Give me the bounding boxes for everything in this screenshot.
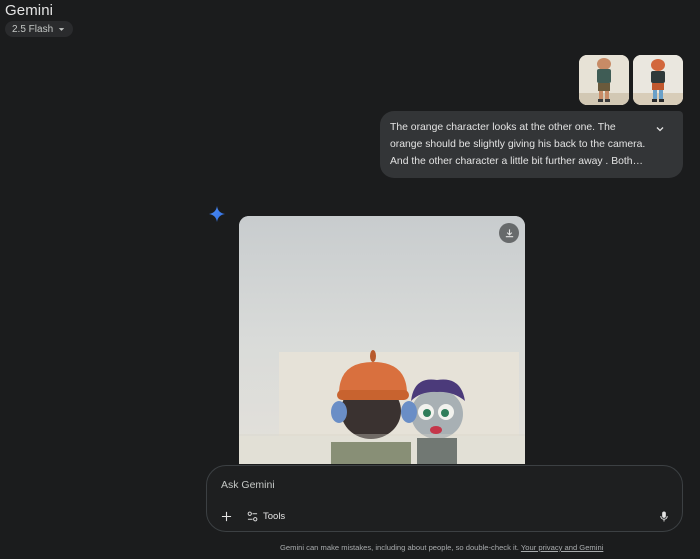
add-attachment-button[interactable] [218, 508, 234, 524]
microphone-icon [660, 510, 668, 522]
prompt-input[interactable] [219, 476, 643, 494]
tools-button[interactable]: Tools [247, 508, 285, 524]
tools-label: Tools [263, 510, 286, 522]
model-selector[interactable]: 2.5 Flash [5, 21, 74, 37]
gemini-spark-icon [209, 206, 225, 222]
plus-icon [221, 511, 231, 521]
download-icon [505, 228, 513, 237]
generated-image[interactable] [239, 216, 525, 464]
microphone-button[interactable] [656, 508, 672, 524]
download-image-button[interactable] [499, 223, 519, 243]
privacy-link[interactable]: Your privacy and Gemini [521, 543, 603, 552]
tools-sliders-icon [247, 511, 258, 521]
attachment-thumbnail-1[interactable] [579, 55, 629, 105]
generated-image-scene [239, 216, 525, 464]
app-title: Gemini [5, 2, 54, 19]
caret-down-icon [58, 27, 65, 31]
disclaimer-text: Gemini can make mistakes, including abou… [280, 543, 519, 552]
attachment-thumbnail-2[interactable] [633, 55, 683, 105]
expand-message-button[interactable] [653, 122, 667, 136]
chevron-down-icon [656, 127, 664, 132]
user-message-bubble: The orange character looks at the other … [380, 111, 683, 178]
user-message-text: The orange character looks at the other … [390, 122, 646, 167]
prompt-composer: Tools [206, 465, 683, 532]
character-image-2 [633, 55, 683, 105]
gemini-app: Gemini 2.5 Flash The orange character lo… [0, 0, 700, 559]
model-label: 2.5 Flash [12, 23, 54, 35]
character-image-1 [579, 55, 629, 105]
